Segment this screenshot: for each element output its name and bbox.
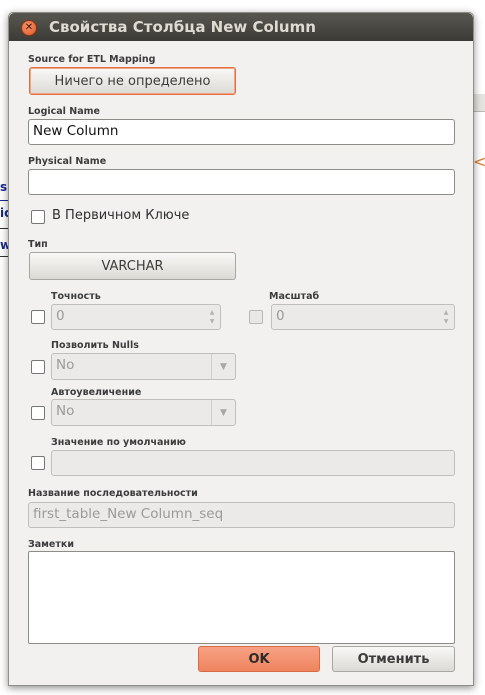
title-bar: ✕ Свойства Столбца New Column: [9, 13, 473, 41]
notes-label: Заметки: [28, 539, 74, 550]
scale-label: Масштаб: [269, 291, 320, 302]
nullable-select: No ▼: [51, 353, 236, 380]
cancel-button[interactable]: Отменить: [332, 646, 455, 672]
logical-name-field[interactable]: New Column: [28, 119, 455, 145]
default-value-label: Значение по умолчанию: [51, 437, 186, 448]
nullable-label: Позволить Nulls: [51, 340, 139, 351]
background-line: [0, 228, 8, 229]
primary-key-label: В Первичном Ключе: [52, 208, 190, 223]
autoincrement-checkbox[interactable]: [31, 406, 45, 420]
background-text-fragment: s: [0, 180, 8, 194]
background-chevron-icon: <: [473, 152, 485, 171]
primary-key-checkbox[interactable]: [31, 210, 45, 224]
physical-name-field[interactable]: [28, 169, 455, 195]
logical-name-label: Logical Name: [28, 106, 100, 117]
etl-source-button[interactable]: Ничего не определено: [29, 67, 236, 95]
default-value-field: [51, 450, 455, 476]
sequence-name-field: first_table_New Column_seq: [28, 502, 455, 528]
sequence-name-label: Название последовательности: [28, 488, 198, 499]
window-title: Свойства Столбца New Column: [49, 18, 316, 36]
scale-checkbox[interactable]: [249, 310, 263, 324]
scale-spinner: 0 ▲ ▼: [271, 304, 455, 330]
spin-arrows-icon: ▲ ▼: [443, 309, 449, 325]
default-value-checkbox[interactable]: [31, 456, 45, 470]
background-line: [0, 200, 8, 201]
close-icon: ✕: [24, 22, 34, 33]
column-properties-dialog: ✕ Свойства Столбца New Column Source for…: [8, 12, 474, 686]
nullable-value: No: [56, 357, 75, 373]
close-button[interactable]: ✕: [21, 20, 37, 36]
autoincrement-select: No ▼: [51, 399, 236, 426]
ok-button[interactable]: OK: [198, 646, 320, 672]
physical-name-label: Physical Name: [28, 156, 107, 167]
precision-value: 0: [56, 308, 65, 324]
autoincrement-value: No: [56, 403, 75, 419]
precision-checkbox[interactable]: [31, 310, 45, 324]
etl-label: Source for ETL Mapping: [28, 54, 156, 65]
background-line: [0, 256, 8, 257]
precision-spinner: 0 ▲ ▼: [51, 304, 221, 330]
type-label: Тип: [28, 239, 48, 250]
chevron-down-icon: ▼: [211, 354, 235, 379]
background-header-strip: [474, 94, 485, 112]
precision-label: Точность: [51, 291, 101, 302]
chevron-down-icon: ▼: [211, 400, 235, 425]
spin-arrows-icon: ▲ ▼: [209, 309, 215, 325]
autoincrement-label: Автоувеличение: [51, 387, 142, 398]
type-button[interactable]: VARCHAR: [29, 252, 236, 280]
scale-value: 0: [276, 308, 285, 324]
nullable-checkbox[interactable]: [31, 360, 45, 374]
notes-textarea[interactable]: [28, 551, 455, 644]
